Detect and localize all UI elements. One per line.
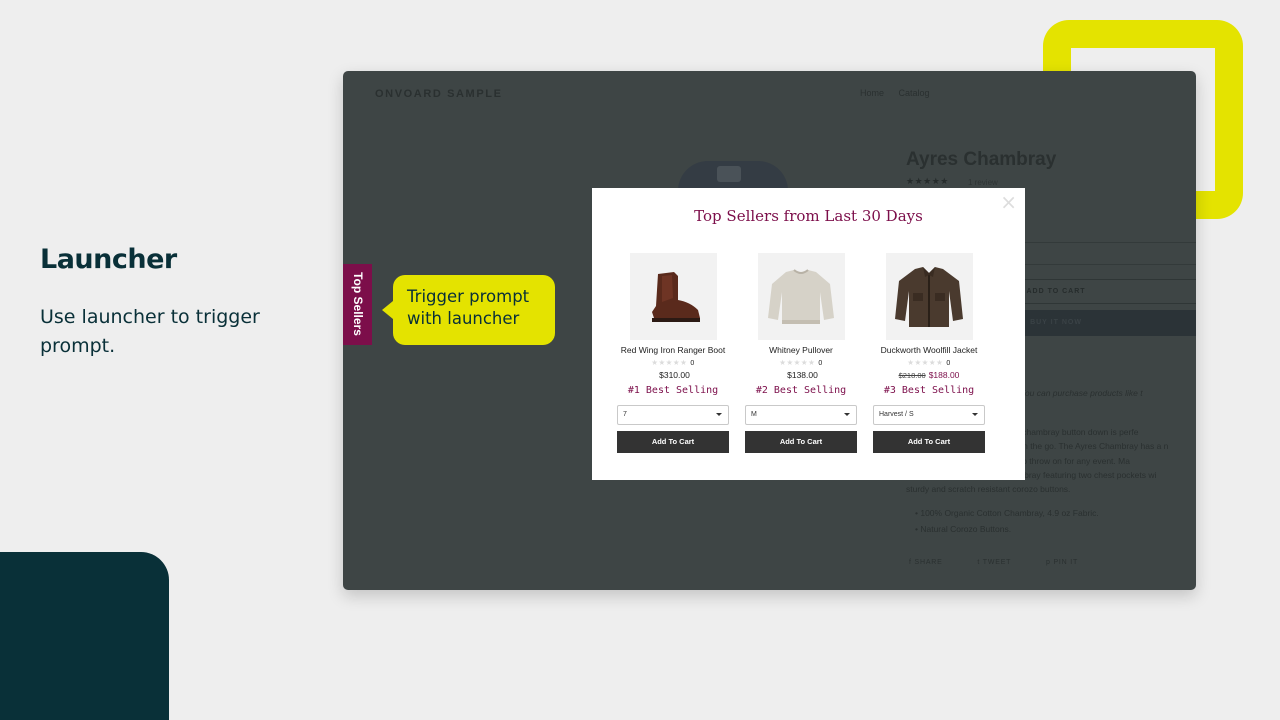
nav-home[interactable]: Home xyxy=(860,88,884,98)
product-card: Duckworth Woolfill Jacket ★★★★★ 0 $218.00… xyxy=(873,253,985,453)
product-rating: ★★★★★ 0 xyxy=(617,358,729,367)
product-rating: ★★★★★ 0 xyxy=(745,358,857,367)
chevron-down-icon xyxy=(972,413,978,416)
modal-title: Top Sellers from Last 30 Days xyxy=(694,207,923,225)
description-line: sturdy and scratch resistant corozo butt… xyxy=(906,484,1071,494)
variant-select[interactable]: 7 xyxy=(617,405,729,425)
product-name[interactable]: Duckworth Woolfill Jacket xyxy=(873,345,985,355)
store-nav: Home Catalog xyxy=(860,88,942,98)
product-image[interactable] xyxy=(885,253,973,340)
boot-icon xyxy=(652,271,700,322)
top-sellers-launcher-tab[interactable]: Top Sellers xyxy=(343,264,372,345)
store-name: ONVOARD SAMPLE xyxy=(375,88,503,100)
product-card: Red Wing Iron Ranger Boot ★★★★★ 0 $310.00… xyxy=(617,253,729,453)
rating-stars: ★★★★★ xyxy=(779,358,816,367)
slide-title: Launcher xyxy=(40,244,177,275)
rating-count: 0 xyxy=(818,360,823,367)
slide-description: Use launcher to trigger prompt. xyxy=(40,306,260,357)
add-to-cart-button[interactable]: Add To Cart xyxy=(617,431,729,453)
callout-line-1: Trigger prompt xyxy=(407,287,530,306)
product-image-collar xyxy=(717,166,741,182)
jacket-icon xyxy=(895,266,963,327)
add-to-cart-button[interactable]: Add To Cart xyxy=(873,431,985,453)
rating-count: 0 xyxy=(690,360,695,367)
rating-stars: ★★★★★ xyxy=(907,358,944,367)
callout-line-2: with launcher xyxy=(407,309,520,328)
product-rating: ★★★★★ 0 xyxy=(873,358,985,367)
top-sellers-modal: × Top Sellers from Last 30 Days Red Wing… xyxy=(592,188,1025,480)
launcher-label: Top Sellers xyxy=(351,272,365,336)
product-image[interactable] xyxy=(757,253,845,340)
callout-bubble: Trigger prompt with launcher xyxy=(382,275,555,345)
bullet-item: • Natural Corozo Buttons. xyxy=(915,524,1012,534)
product-name[interactable]: Red Wing Iron Ranger Boot xyxy=(617,345,729,355)
add-to-cart-button[interactable]: Add To Cart xyxy=(745,431,857,453)
variant-value: 7 xyxy=(623,411,627,418)
product-title: Ayres Chambray xyxy=(906,149,1057,170)
variant-select[interactable]: M xyxy=(745,405,857,425)
product-rating-stars: ★★★★★ xyxy=(906,177,949,187)
product-image[interactable] xyxy=(629,253,717,340)
product-name[interactable]: Whitney Pullover xyxy=(745,345,857,355)
product-reviews-link[interactable]: 1 review xyxy=(968,178,998,187)
variant-value: Harvest / S xyxy=(879,411,914,418)
product-price: $218.00 $188.00 xyxy=(873,370,985,380)
share-twitter-button[interactable]: t TWEET xyxy=(977,559,1027,566)
chevron-down-icon xyxy=(844,413,850,416)
sale-price: $188.00 xyxy=(928,370,960,380)
best-selling-rank: #2 Best Selling xyxy=(755,385,847,396)
price: $138.00 xyxy=(787,370,818,380)
product-price: $138.00 xyxy=(745,370,857,380)
nav-catalog[interactable]: Catalog xyxy=(899,88,930,98)
product-price: $310.00 xyxy=(617,370,729,380)
chevron-down-icon xyxy=(716,413,722,416)
rating-count: 0 xyxy=(946,360,951,367)
variant-select[interactable]: Harvest / S xyxy=(873,405,985,425)
price: $310.00 xyxy=(659,370,690,380)
best-selling-rank: #1 Best Selling xyxy=(627,385,719,396)
share-facebook-button[interactable]: f SHARE xyxy=(909,559,959,566)
share-pinterest-button[interactable]: p PIN IT xyxy=(1046,559,1094,566)
best-selling-rank: #3 Best Selling xyxy=(883,385,975,396)
bullet-item: • 100% Organic Cotton Chambray, 4.9 oz F… xyxy=(915,508,1099,518)
share-row: f SHARE t TWEET p PIN IT xyxy=(909,559,1110,566)
variant-value: M xyxy=(751,411,757,418)
rating-stars: ★★★★★ xyxy=(651,358,688,367)
sweater-icon xyxy=(768,268,834,324)
product-card: Whitney Pullover ★★★★★ 0 $138.00 #2 Best … xyxy=(745,253,857,453)
decorative-dark-block xyxy=(0,552,169,720)
old-price: $218.00 xyxy=(898,371,926,380)
